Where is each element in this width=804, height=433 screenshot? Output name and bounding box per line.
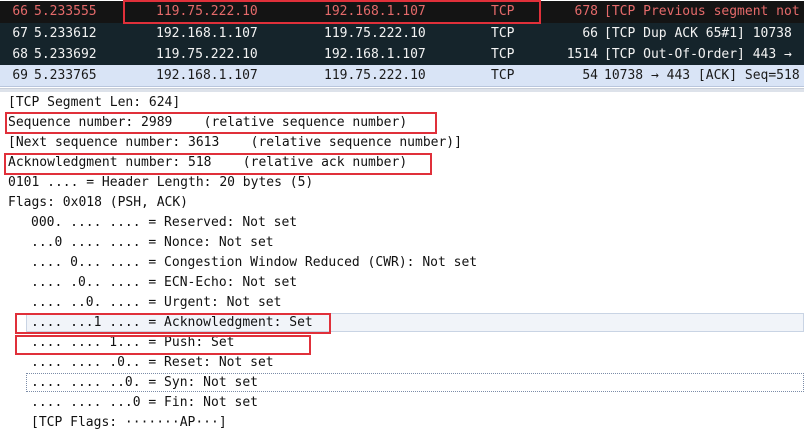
packet-no: 68	[12, 47, 28, 62]
annotation-box-packet-66-addresses	[123, 0, 541, 24]
packet-row-68[interactable]: 68 5.233692 119.75.222.10 192.168.1.107 …	[0, 44, 804, 66]
packet-destination: 192.168.1.107	[324, 47, 426, 62]
packet-details-tree: [TCP Segment Len: 624] Sequence number: …	[0, 92, 804, 433]
tree-item-flag-syn[interactable]: .... .... ..0. = Syn: Not set	[31, 373, 258, 393]
packet-no: 67	[12, 26, 28, 41]
packet-length: 678	[574, 4, 598, 19]
tree-item-flag-cwr[interactable]: .... 0... .... = Congestion Window Reduc…	[31, 253, 477, 273]
packet-protocol: TCP	[491, 68, 515, 83]
packet-source: 192.168.1.107	[156, 26, 258, 41]
packet-time: 5.233612	[34, 26, 97, 41]
packet-length: 1514	[566, 47, 598, 62]
packet-no: 69	[12, 68, 28, 83]
tree-item-tcp-segment-len[interactable]: [TCP Segment Len: 624]	[8, 93, 180, 113]
tree-item-flags[interactable]: Flags: 0x018 (PSH, ACK)	[8, 193, 188, 213]
packet-length: 66	[582, 26, 598, 41]
packet-info: [TCP Out-Of-Order] 443 →	[604, 47, 792, 62]
packet-info: [TCP Dup ACK 65#1] 10738	[604, 26, 792, 41]
packet-row-67[interactable]: 67 5.233612 192.168.1.107 119.75.222.10 …	[0, 23, 804, 45]
packet-destination: 119.75.222.10	[324, 68, 426, 83]
packet-length: 54	[582, 68, 598, 83]
annotation-box-push-flag	[15, 335, 311, 355]
tree-item-tcp-flags-summary[interactable]: [TCP Flags: ·······AP···]	[31, 413, 227, 433]
tree-item-next-sequence-number[interactable]: [Next sequence number: 3613 (relative se…	[8, 133, 462, 153]
tree-item-flag-fin[interactable]: .... .... ...0 = Fin: Not set	[31, 393, 258, 413]
packet-no: 66	[12, 4, 28, 19]
packet-row-69-selected[interactable]: 69 5.233765 192.168.1.107 119.75.222.10 …	[0, 65, 804, 87]
tree-item-header-length[interactable]: 0101 .... = Header Length: 20 bytes (5)	[8, 173, 313, 193]
packet-source: 119.75.222.10	[156, 47, 258, 62]
tree-item-flag-nonce[interactable]: ...0 .... .... = Nonce: Not set	[31, 233, 274, 253]
packet-protocol: TCP	[491, 26, 515, 41]
annotation-box-acknowledgment-number	[4, 153, 432, 175]
packet-info: [TCP Previous segment not	[604, 4, 800, 19]
tree-item-flag-ecn-echo[interactable]: .... .0.. .... = ECN-Echo: Not set	[31, 273, 297, 293]
annotation-box-acknowledgment-flag	[15, 313, 331, 334]
packet-protocol: TCP	[491, 47, 515, 62]
tree-item-flag-urgent[interactable]: .... ..0. .... = Urgent: Not set	[31, 293, 281, 313]
annotation-box-sequence-number	[5, 112, 437, 134]
packet-time: 5.233692	[34, 47, 97, 62]
tree-item-flag-reset[interactable]: .... .... .0.. = Reset: Not set	[31, 353, 274, 373]
packet-time: 5.233765	[34, 68, 97, 83]
packet-destination: 119.75.222.10	[324, 26, 426, 41]
tree-item-flag-reserved[interactable]: 000. .... .... = Reserved: Not set	[31, 213, 297, 233]
packet-info: 10738 → 443 [ACK] Seq=518	[604, 68, 800, 83]
packet-source: 192.168.1.107	[156, 68, 258, 83]
